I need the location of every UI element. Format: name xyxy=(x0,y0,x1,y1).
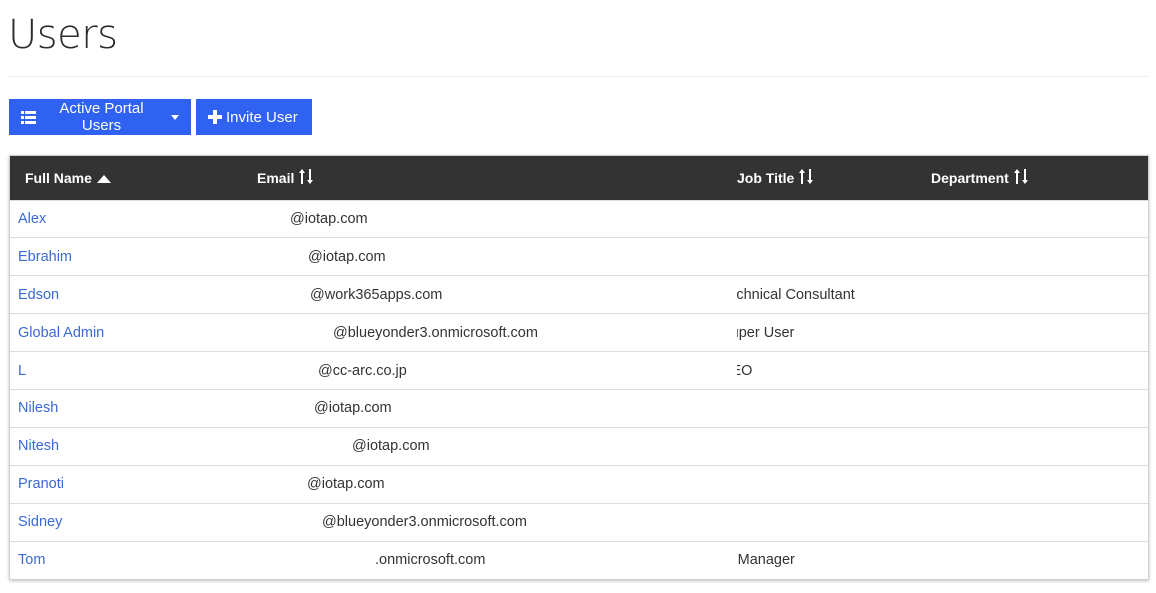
user-name-link[interactable]: Sidney xyxy=(18,514,62,530)
column-header-label: Job Title xyxy=(737,169,795,186)
table-row: Nilesh @iotap.com xyxy=(10,389,1148,427)
sort-icon xyxy=(799,168,814,187)
column-header-department[interactable]: Department xyxy=(931,156,1148,200)
user-job-title: CEO xyxy=(737,362,753,379)
table-row: Edson @work365apps.com Technical Consult… xyxy=(10,275,1148,314)
user-name-link[interactable]: Pranoti xyxy=(18,476,64,492)
user-department xyxy=(931,276,1148,314)
table-row: Nitesh @iotap.com xyxy=(10,427,1148,465)
sort-icon xyxy=(1013,168,1028,187)
title-divider xyxy=(8,76,1148,77)
user-name-link[interactable]: Global Admin xyxy=(18,325,104,341)
table-row: L @cc-arc.co.jp CEO xyxy=(10,351,1148,390)
user-email: @work365apps.com xyxy=(310,286,443,303)
user-name-link[interactable]: Nilesh xyxy=(18,400,58,416)
user-email: @blueyonder3.onmicrosoft.com xyxy=(322,514,527,531)
toolbar: Active Portal Users Invite User xyxy=(9,99,312,135)
column-header-label: Department xyxy=(931,169,1009,186)
sort-icon xyxy=(299,168,314,187)
column-header-email[interactable]: Email xyxy=(257,156,737,200)
invite-user-button[interactable]: Invite User xyxy=(196,99,312,135)
user-name-link[interactable]: Edson xyxy=(18,287,59,303)
column-header-label: Full Name xyxy=(25,169,92,186)
table-row: Alex @iotap.com xyxy=(10,200,1148,238)
invite-user-label: Invite User xyxy=(226,108,298,126)
user-department xyxy=(931,465,1148,503)
page-title: Users xyxy=(8,12,118,58)
user-job-title: Super User xyxy=(737,324,795,341)
user-name-link[interactable]: Tom xyxy=(18,552,45,568)
user-email: @iotap.com xyxy=(290,210,368,227)
table-row: Ebrahim @iotap.com xyxy=(10,237,1148,276)
user-department xyxy=(931,427,1148,465)
user-name-link[interactable]: Nitesh xyxy=(18,438,59,454)
users-table: Full Name Email Job Title Department Ale… xyxy=(9,155,1149,580)
user-name-link[interactable]: Alex xyxy=(18,211,46,227)
user-job-title: IT Manager xyxy=(737,552,795,569)
sort-asc-icon xyxy=(96,170,111,186)
user-email: @iotap.com xyxy=(307,476,385,493)
user-email: @cc-arc.co.jp xyxy=(318,362,407,379)
user-email: @iotap.com xyxy=(352,438,430,455)
column-header-job-title[interactable]: Job Title xyxy=(737,156,931,200)
user-email: @iotap.com xyxy=(308,248,386,265)
table-row: Sidney @blueyonder3.onmicrosoft.com xyxy=(10,503,1148,541)
views-dropdown-button[interactable]: Active Portal Users xyxy=(9,99,191,135)
table-header-row: Full Name Email Job Title Department xyxy=(10,156,1148,200)
user-email: .onmicrosoft.com xyxy=(375,552,486,569)
user-email: @blueyonder3.onmicrosoft.com xyxy=(333,324,538,341)
views-dropdown-label: Active Portal Users xyxy=(59,100,144,134)
user-department xyxy=(931,200,1148,238)
table-row: Global Admin @blueyonder3.onmicrosoft.co… xyxy=(10,313,1148,352)
list-icon xyxy=(21,110,36,124)
user-department xyxy=(931,541,1148,579)
table-row: Pranoti @iotap.com xyxy=(10,465,1148,503)
user-department xyxy=(931,314,1148,352)
column-header-full-name[interactable]: Full Name xyxy=(10,156,257,200)
user-name-link[interactable]: L xyxy=(18,363,26,379)
plus-icon xyxy=(208,110,222,124)
caret-down-icon xyxy=(171,114,179,120)
user-email: @iotap.com xyxy=(314,400,392,417)
user-name-link[interactable]: Ebrahim xyxy=(18,249,72,265)
table-row: Tom .onmicrosoft.com IT Manager xyxy=(10,541,1148,579)
user-department xyxy=(931,352,1148,390)
user-department xyxy=(931,389,1148,427)
column-header-label: Email xyxy=(257,169,295,186)
user-department xyxy=(931,503,1148,541)
user-department xyxy=(931,238,1148,276)
user-job-title: Technical Consultant xyxy=(737,286,855,303)
